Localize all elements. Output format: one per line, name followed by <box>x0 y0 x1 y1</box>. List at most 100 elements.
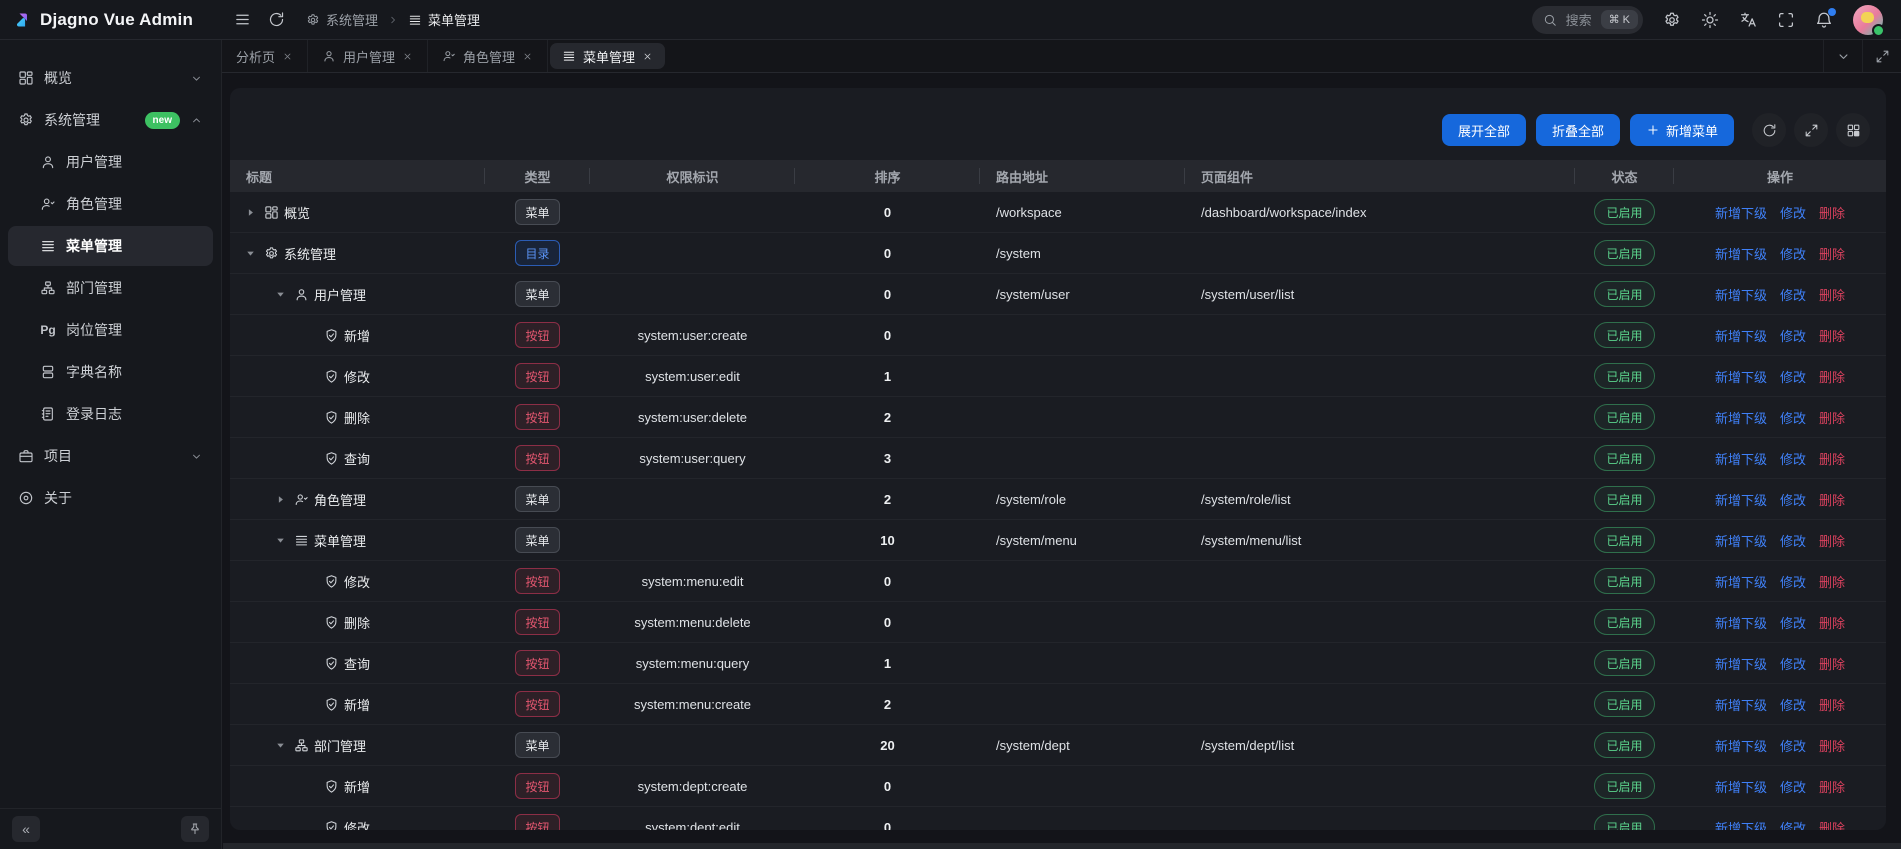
status-badge: 已启用 <box>1594 691 1654 717</box>
action-add-child[interactable]: 新增下级 <box>1715 244 1767 263</box>
expand-toggle[interactable] <box>274 739 294 752</box>
action-delete[interactable]: 删除 <box>1819 695 1845 714</box>
action-edit[interactable]: 修改 <box>1780 613 1806 632</box>
expand-toggle[interactable] <box>274 493 294 506</box>
tab-analysis[interactable]: 分析页 <box>222 40 308 72</box>
action-edit[interactable]: 修改 <box>1780 367 1806 386</box>
search-input[interactable]: 搜索 ⌘ K <box>1532 6 1643 34</box>
settings-button[interactable] <box>1663 11 1681 29</box>
action-delete[interactable]: 删除 <box>1819 572 1845 591</box>
action-edit[interactable]: 修改 <box>1780 244 1806 263</box>
tab-close-icon[interactable] <box>402 51 413 62</box>
action-add-child[interactable]: 新增下级 <box>1715 490 1767 509</box>
sidebar-item-departments[interactable]: 部门管理 <box>8 268 213 308</box>
action-add-child[interactable]: 新增下级 <box>1715 572 1767 591</box>
breadcrumb-item-menu[interactable]: 菜单管理 <box>408 10 480 29</box>
tab-users[interactable]: 用户管理 <box>308 40 428 72</box>
sidebar-item-roles[interactable]: 角色管理 <box>8 184 213 224</box>
action-add-child[interactable]: 新增下级 <box>1715 326 1767 345</box>
user-icon <box>322 49 336 63</box>
horizontal-scrollbar[interactable] <box>223 843 1901 849</box>
action-edit[interactable]: 修改 <box>1780 695 1806 714</box>
action-delete[interactable]: 删除 <box>1819 613 1845 632</box>
sidebar-item-system[interactable]: 系统管理new <box>8 100 213 140</box>
action-edit[interactable]: 修改 <box>1780 285 1806 304</box>
action-delete[interactable]: 删除 <box>1819 203 1845 222</box>
action-edit[interactable]: 修改 <box>1780 490 1806 509</box>
expand-all-button[interactable]: 展开全部 <box>1442 114 1526 146</box>
add-menu-button[interactable]: 新增菜单 <box>1630 114 1734 146</box>
action-edit[interactable]: 修改 <box>1780 654 1806 673</box>
notifications-button[interactable] <box>1815 11 1833 29</box>
expand-toggle[interactable] <box>274 534 294 547</box>
tab-close-icon[interactable] <box>642 51 653 62</box>
action-delete[interactable]: 删除 <box>1819 326 1845 345</box>
action-edit[interactable]: 修改 <box>1780 777 1806 796</box>
action-delete[interactable]: 删除 <box>1819 531 1845 550</box>
tab-close-icon[interactable] <box>282 51 293 62</box>
sidebar-collapse-button[interactable]: « <box>12 816 40 842</box>
action-edit[interactable]: 修改 <box>1780 449 1806 468</box>
action-delete[interactable]: 删除 <box>1819 736 1845 755</box>
sidebar-item-dictionary[interactable]: 字典名称 <box>8 352 213 392</box>
action-delete[interactable]: 删除 <box>1819 408 1845 427</box>
action-add-child[interactable]: 新增下级 <box>1715 736 1767 755</box>
expand-toggle[interactable] <box>244 247 264 260</box>
theme-toggle-button[interactable] <box>1701 11 1719 29</box>
tab-menus[interactable]: 菜单管理 <box>550 43 665 69</box>
action-edit[interactable]: 修改 <box>1780 572 1806 591</box>
action-edit[interactable]: 修改 <box>1780 326 1806 345</box>
expand-toggle[interactable] <box>244 206 264 219</box>
sidebar-item-login-logs[interactable]: 登录日志 <box>8 394 213 434</box>
action-delete[interactable]: 删除 <box>1819 654 1845 673</box>
brand[interactable]: Djagno Vue Admin <box>0 0 222 39</box>
action-edit[interactable]: 修改 <box>1780 408 1806 427</box>
action-delete[interactable]: 删除 <box>1819 449 1845 468</box>
action-add-child[interactable]: 新增下级 <box>1715 449 1767 468</box>
fullscreen-table-button[interactable] <box>1794 113 1828 147</box>
tab-close-icon[interactable] <box>522 51 533 62</box>
tab-list-dropdown-button[interactable] <box>1823 40 1862 72</box>
action-add-child[interactable]: 新增下级 <box>1715 613 1767 632</box>
action-delete[interactable]: 删除 <box>1819 777 1845 796</box>
action-add-child[interactable]: 新增下级 <box>1715 818 1767 831</box>
refresh-button[interactable] <box>1752 113 1786 147</box>
sidebar-item-posts[interactable]: Pg岗位管理 <box>8 310 213 350</box>
action-edit[interactable]: 修改 <box>1780 203 1806 222</box>
action-delete[interactable]: 删除 <box>1819 367 1845 386</box>
action-add-child[interactable]: 新增下级 <box>1715 285 1767 304</box>
tab-roles[interactable]: 角色管理 <box>428 40 548 72</box>
action-add-child[interactable]: 新增下级 <box>1715 777 1767 796</box>
action-add-child[interactable]: 新增下级 <box>1715 695 1767 714</box>
sidebar-item-users[interactable]: 用户管理 <box>8 142 213 182</box>
action-add-child[interactable]: 新增下级 <box>1715 203 1767 222</box>
sidebar-item-overview[interactable]: 概览 <box>8 58 213 98</box>
action-delete[interactable]: 删除 <box>1819 285 1845 304</box>
column-settings-button[interactable] <box>1836 113 1870 147</box>
language-button[interactable] <box>1739 11 1757 29</box>
sidebar-pin-button[interactable] <box>181 816 209 842</box>
breadcrumb-item-system[interactable]: 系统管理 <box>306 10 378 29</box>
action-edit[interactable]: 修改 <box>1780 818 1806 831</box>
collapse-all-button[interactable]: 折叠全部 <box>1536 114 1620 146</box>
sidebar-item-project[interactable]: 项目 <box>8 436 213 476</box>
action-add-child[interactable]: 新增下级 <box>1715 531 1767 550</box>
sidebar-item-about[interactable]: 关于 <box>8 478 213 518</box>
action-delete[interactable]: 删除 <box>1819 490 1845 509</box>
page-refresh-button[interactable] <box>268 11 285 28</box>
action-delete[interactable]: 删除 <box>1819 818 1845 831</box>
sidebar-toggle-button[interactable] <box>234 11 251 28</box>
action-add-child[interactable]: 新增下级 <box>1715 367 1767 386</box>
expand-toggle[interactable] <box>274 288 294 301</box>
shield-check-icon <box>324 779 344 794</box>
action-edit[interactable]: 修改 <box>1780 736 1806 755</box>
sidebar-item-menus[interactable]: 菜单管理 <box>8 226 213 266</box>
avatar[interactable] <box>1853 5 1883 35</box>
action-add-child[interactable]: 新增下级 <box>1715 654 1767 673</box>
action-add-child[interactable]: 新增下级 <box>1715 408 1767 427</box>
type-cell: 按钮 <box>485 568 590 594</box>
action-delete[interactable]: 删除 <box>1819 244 1845 263</box>
action-edit[interactable]: 修改 <box>1780 531 1806 550</box>
tab-maximize-button[interactable] <box>1862 40 1901 72</box>
fullscreen-button[interactable] <box>1777 11 1795 29</box>
